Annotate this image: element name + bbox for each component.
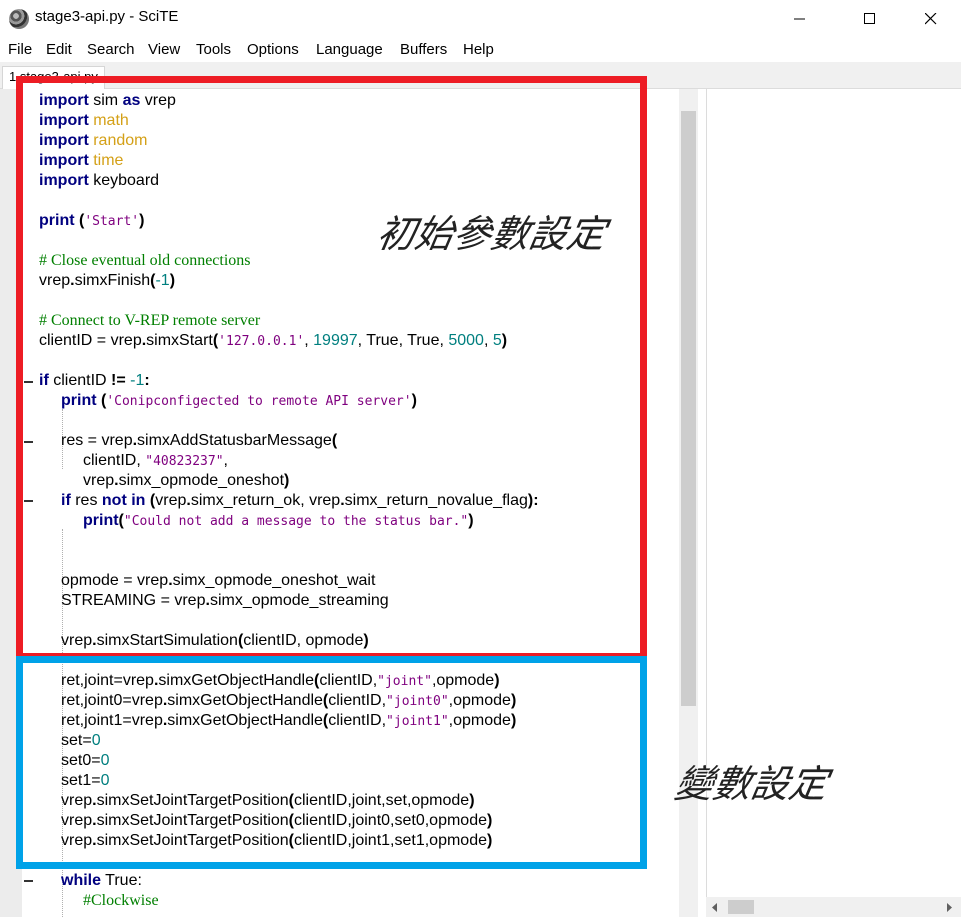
menu-file[interactable]: File [8, 41, 32, 58]
code-line: #Clockwise [83, 892, 159, 909]
minimize-button[interactable] [777, 0, 823, 38]
menu-buffers[interactable]: Buffers [400, 41, 447, 58]
menu-help[interactable]: Help [463, 41, 494, 58]
close-button[interactable] [908, 0, 954, 38]
menu-options[interactable]: Options [247, 41, 299, 58]
output-horizontal-scrollbar[interactable] [706, 897, 961, 917]
scite-app-icon[interactable] [9, 9, 29, 29]
menu-view[interactable]: View [148, 41, 180, 58]
menu-search[interactable]: Search [87, 41, 135, 58]
scrollbar-thumb[interactable] [728, 900, 754, 914]
menu-tools[interactable]: Tools [196, 41, 231, 58]
annotation-label-initial-params: 初始參數設定 [373, 212, 610, 256]
minimize-icon [794, 18, 805, 20]
annotation-label-variables: 變數設定 [671, 762, 832, 806]
window-title: stage3-api.py - SciTE [35, 8, 179, 25]
scroll-right-arrow-icon[interactable] [947, 903, 953, 912]
fold-marker[interactable] [24, 880, 33, 882]
menu-bar: File Edit Search View Tools Options Lang… [0, 38, 961, 62]
code-line: while True: [61, 872, 142, 889]
scrollbar-thumb[interactable] [681, 111, 696, 706]
maximize-button[interactable] [847, 0, 893, 38]
annotation-box-initial-params [16, 76, 647, 660]
title-bar: stage3-api.py - SciTE [0, 0, 961, 38]
annotation-box-variables [16, 656, 647, 869]
scroll-left-arrow-icon[interactable] [712, 903, 718, 912]
maximize-icon [864, 13, 875, 24]
menu-language[interactable]: Language [316, 41, 383, 58]
menu-edit[interactable]: Edit [46, 41, 72, 58]
close-icon [925, 13, 937, 25]
